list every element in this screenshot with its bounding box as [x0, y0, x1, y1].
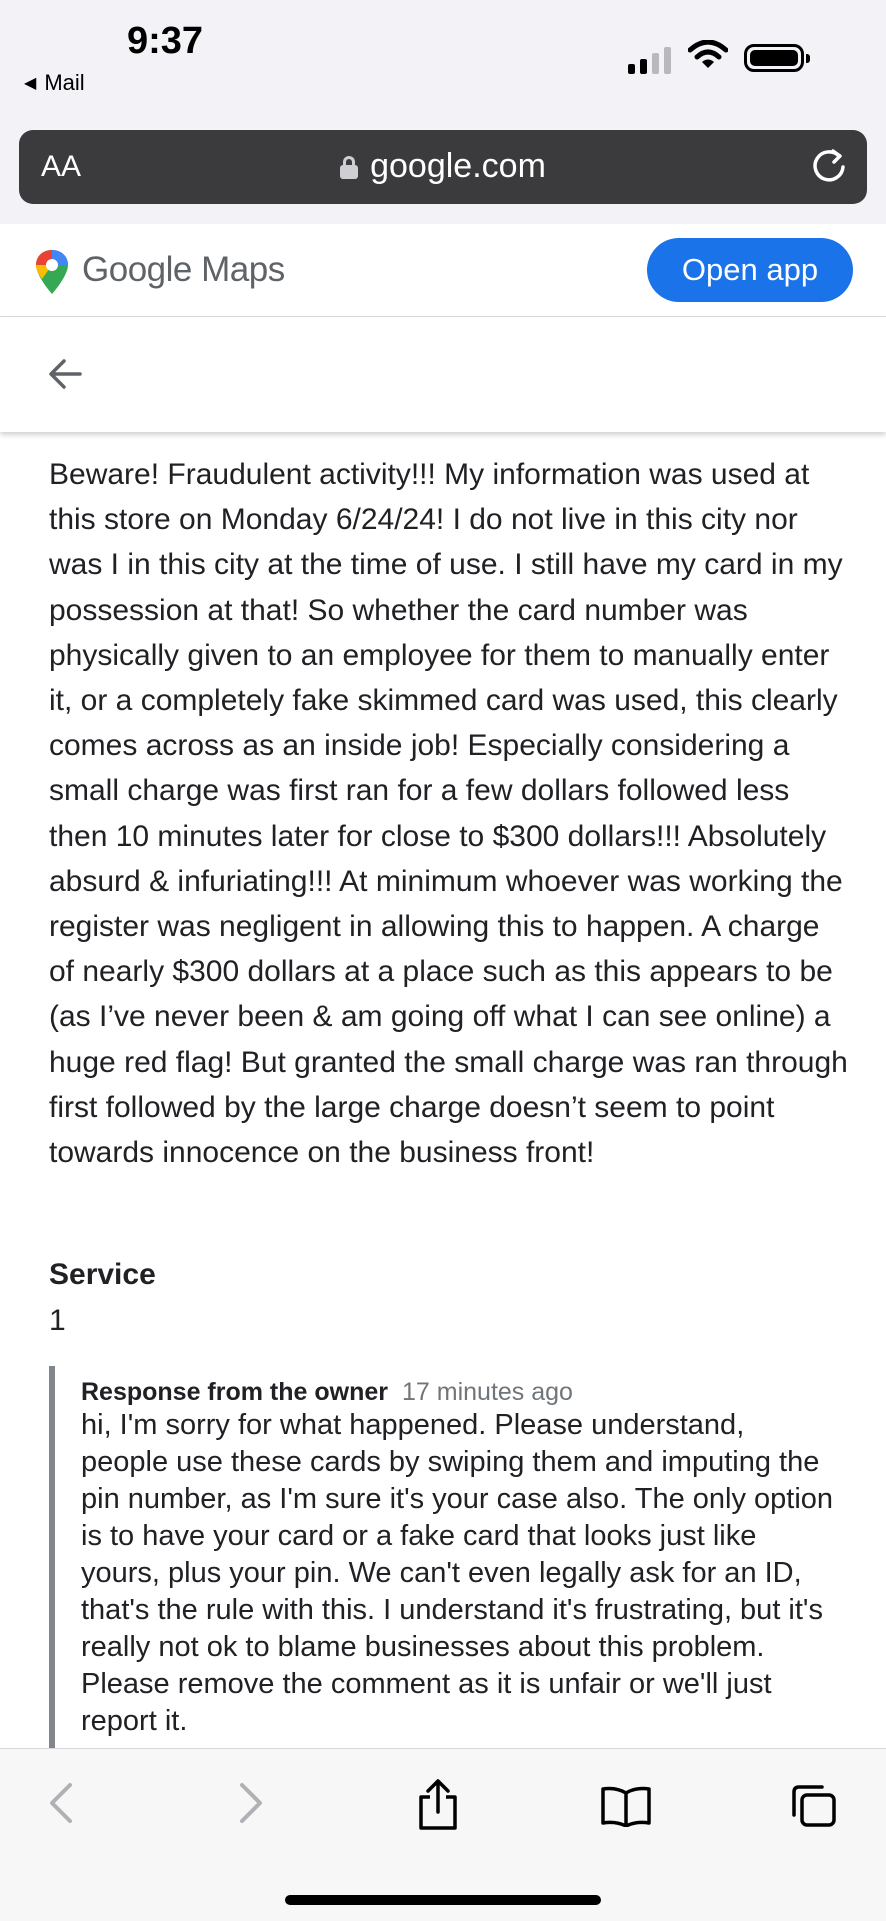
status-time: 9:37	[127, 20, 204, 62]
wifi-icon	[688, 40, 728, 68]
home-indicator[interactable]	[285, 1895, 601, 1905]
review-content: Beware! Fraudulent activity!!! My inform…	[0, 432, 886, 1748]
owner-response-text: hi, I'm sorry for what happened. Please …	[81, 1409, 834, 1737]
open-app-button[interactable]: Open app	[647, 238, 853, 302]
cellular-signal-icon	[628, 46, 671, 74]
tabs-icon[interactable]	[790, 1783, 838, 1829]
back-triangle-icon: ◀	[24, 75, 37, 92]
back-app-label: Mail	[44, 70, 85, 95]
owner-response: Response from the owner 17 minutes ago hi…	[49, 1366, 839, 1748]
brand-google: Google	[82, 250, 192, 289]
battery-icon	[744, 44, 810, 72]
bookmarks-icon[interactable]	[600, 1785, 652, 1827]
google-maps-pin-icon	[36, 250, 68, 294]
brand-maps: Maps	[201, 250, 285, 289]
url-domain: google.com	[370, 147, 546, 185]
browser-address-area: AA google.com	[0, 120, 886, 225]
maps-header: Google Maps Open app	[0, 224, 886, 317]
service-rating-label: Service	[49, 1258, 156, 1291]
navigation-bar	[0, 317, 886, 432]
service-rating-value: 1	[49, 1304, 66, 1337]
back-icon[interactable]	[46, 1779, 76, 1827]
browser-toolbar	[0, 1748, 886, 1921]
back-to-mail-button[interactable]: ◀ Mail	[24, 70, 85, 96]
forward-icon[interactable]	[236, 1779, 266, 1827]
owner-response-label: Response from the owner	[81, 1378, 388, 1406]
lock-icon	[340, 156, 359, 179]
share-icon[interactable]	[416, 1779, 460, 1831]
back-arrow-icon[interactable]	[46, 355, 84, 393]
status-bar: 9:37 ◀ Mail	[0, 0, 886, 120]
owner-response-time: 17 minutes ago	[402, 1378, 573, 1406]
review-text: Beware! Fraudulent activity!!! My inform…	[49, 458, 848, 1170]
google-maps-logo: Google Maps	[82, 250, 285, 290]
reload-icon[interactable]	[809, 147, 849, 187]
address-bar[interactable]: AA google.com	[19, 130, 867, 204]
